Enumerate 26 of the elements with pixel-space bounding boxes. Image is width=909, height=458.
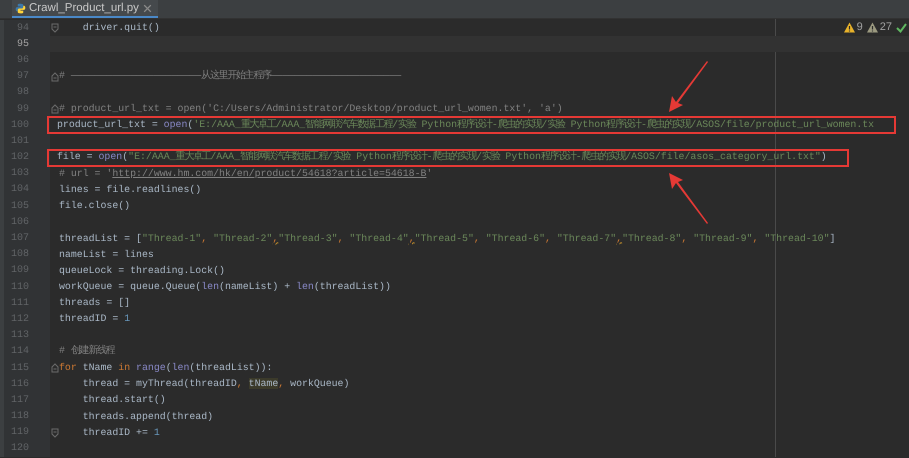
problem-count: 9 <box>856 21 863 33</box>
code-line: # product_url_txt = open('C:/Users/Administrator/Desktop/product_url_women.txt', 'a') <box>59 102 563 116</box>
code-line: queueLock = threading.Lock() <box>59 264 225 278</box>
code-line: for tName in range(len(threadList)): <box>59 361 272 376</box>
close-icon <box>142 2 153 14</box>
python-file-icon <box>15 2 26 14</box>
code-line: threadID += 1 <box>82 426 160 440</box>
code-line: file.close() <box>59 199 130 214</box>
code-line: threads = [] <box>59 296 130 310</box>
code-line: workQueue = queue.Queue(len(nameList) + len(threadList)) <box>59 280 391 294</box>
code-line: threadList = ["Thread-1", "Thread-2","Thread-3", "Thread-4","Thread-5", "Thread-6", "Thread-7","Thread-8", "Thread-9", "Thread-10"] <box>59 232 836 246</box>
code-line: threadID = 1 <box>59 312 130 326</box>
line-number: 95 <box>16 38 29 50</box>
code-line: thread.start() <box>82 393 166 408</box>
code-line: # ——————————————————————从这里开始主程序—————————————————————— <box>59 69 402 84</box>
code-line: product_url_txt = open('E:/AAA_重大卓工/AAA_智能网联汽车数据工程/实验 Python程序设计-爬虫的实现/实验 Python程序设计-爬虫的实现/ASOS/file/product_url_women.tx <box>57 118 874 133</box>
code-line: driver.quit() <box>82 21 160 36</box>
problem-count: 27 <box>880 21 892 33</box>
code-line: file = open("E:/AAA_重大卓工/AAA_智能网联汽车数据工程/实验 Python程序设计-爬虫的实现/实验 Python程序设计-爬虫的实现/ASOS/file/asos_category_url.txt") <box>57 150 827 166</box>
code-line: nameList = lines <box>59 248 154 262</box>
file-tab[interactable]: Crawl_Product_url.py <box>12 0 158 18</box>
code-line: thread = myThread(threadID, tName, workQueue) <box>82 377 350 392</box>
code-line: # 创建新线程 <box>59 344 114 360</box>
code-line: lines = file.readlines() <box>59 182 202 197</box>
code-line: threads.append(thread) <box>82 410 214 424</box>
code-line: # url = 'http://www.hm.com/hk/en/product/54618?article=54618-B' <box>59 166 432 181</box>
